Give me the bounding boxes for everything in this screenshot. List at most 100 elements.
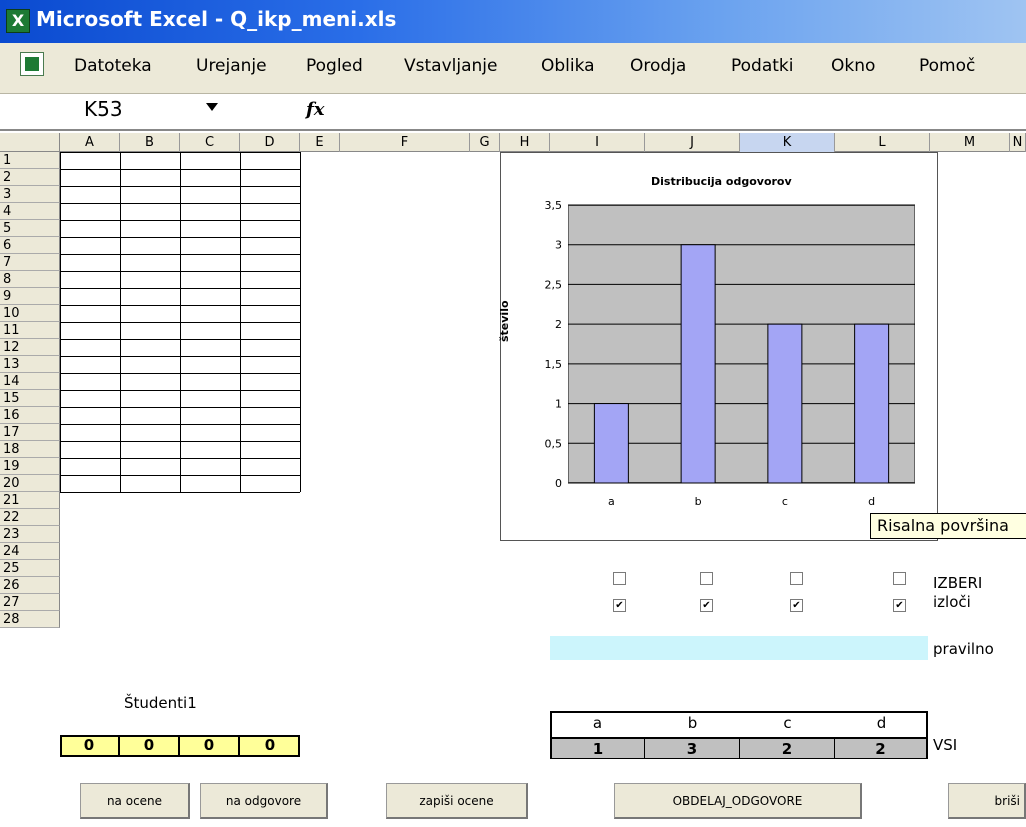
column-header-j[interactable]: J xyxy=(645,133,740,152)
formula-input[interactable] xyxy=(360,99,1020,125)
workbook-icon[interactable] xyxy=(20,52,44,76)
column-header-m[interactable]: M xyxy=(930,133,1010,152)
column-header-h[interactable]: H xyxy=(500,133,550,152)
row-header[interactable]: 24 xyxy=(0,543,60,560)
row-header[interactable]: 1 xyxy=(0,152,60,169)
menu-pomoc[interactable]: Pomoč xyxy=(919,56,975,76)
excel-app-icon[interactable]: X xyxy=(6,9,30,33)
row-header[interactable]: 18 xyxy=(0,441,60,458)
total-cell-c[interactable]: 0 xyxy=(180,735,240,757)
answer-count-b[interactable]: 3 xyxy=(645,737,740,758)
row-header[interactable]: 6 xyxy=(0,237,60,254)
row-header[interactable]: 16 xyxy=(0,407,60,424)
menu-podatki[interactable]: Podatki xyxy=(731,56,794,76)
izloci-checkbox[interactable]: ✔ xyxy=(893,599,906,612)
column-header-a[interactable]: A xyxy=(60,133,120,152)
name-box-dropdown-icon[interactable] xyxy=(206,103,218,111)
row-header[interactable]: 10 xyxy=(0,305,60,322)
row-header[interactable]: 22 xyxy=(0,509,60,526)
menu-datoteka[interactable]: Datoteka xyxy=(74,56,152,76)
zapisi-ocene-button[interactable]: zapiši ocene xyxy=(386,783,528,819)
row-header[interactable]: 23 xyxy=(0,526,60,543)
column-header-e[interactable]: E xyxy=(300,133,340,152)
na-odgovore-button[interactable]: na odgovore xyxy=(200,783,328,819)
answer-count-c[interactable]: 2 xyxy=(740,737,835,758)
row-header[interactable]: 21 xyxy=(0,492,60,509)
menu-vstavljanje[interactable]: Vstavljanje xyxy=(404,56,497,76)
row-header[interactable]: 4 xyxy=(0,203,60,220)
izberi-checkbox[interactable] xyxy=(700,572,713,585)
izloci-label: izloči xyxy=(933,593,971,611)
izloci-checkbox[interactable]: ✔ xyxy=(700,599,713,612)
row-header[interactable]: 17 xyxy=(0,424,60,441)
na-ocene-button[interactable]: na ocene xyxy=(80,783,190,819)
row-header[interactable]: 8 xyxy=(0,271,60,288)
chart-svg: 0 0,5 1 1,5 2 2,5 3 3,5 a b c d xyxy=(545,199,915,508)
izberi-label: IZBERI xyxy=(933,574,983,592)
chart-bar-c xyxy=(767,323,803,484)
chart-x-tick-label: a xyxy=(608,495,615,508)
row-header[interactable]: 14 xyxy=(0,373,60,390)
column-header-l[interactable]: L xyxy=(835,133,930,152)
izberi-checkbox[interactable] xyxy=(893,572,906,585)
function-icon[interactable]: fx xyxy=(306,99,324,120)
chart-bar-d xyxy=(854,323,890,484)
total-cell-b[interactable]: 0 xyxy=(120,735,180,757)
window-title: Microsoft Excel - Q_ikp_meni.xls xyxy=(36,7,397,31)
row-header[interactable]: 13 xyxy=(0,356,60,373)
column-header-c[interactable]: C xyxy=(180,133,240,152)
row-header[interactable]: 15 xyxy=(0,390,60,407)
chart-bar-a xyxy=(593,403,629,484)
answer-header-c: c xyxy=(783,714,792,732)
column-header-g[interactable]: G xyxy=(470,133,500,152)
izloci-checkbox[interactable]: ✔ xyxy=(613,599,626,612)
row-header[interactable]: 5 xyxy=(0,220,60,237)
izloci-checkbox[interactable]: ✔ xyxy=(790,599,803,612)
students-table-grid xyxy=(60,152,301,493)
menu-okno[interactable]: Okno xyxy=(831,56,875,76)
row-header[interactable]: 19 xyxy=(0,458,60,475)
menu-orodja[interactable]: Orodja xyxy=(630,56,686,76)
menu-pogled[interactable]: Pogled xyxy=(306,56,363,76)
pravilno-label: pravilno xyxy=(933,640,994,658)
column-header-f[interactable]: F xyxy=(340,133,470,152)
row-header[interactable]: 2 xyxy=(0,169,60,186)
answer-count-a[interactable]: 1 xyxy=(552,737,645,758)
name-box[interactable]: K53 xyxy=(84,97,123,121)
row-header[interactable]: 27 xyxy=(0,594,60,611)
chart-y-tick-label: 3 xyxy=(555,239,562,252)
answer-count-d[interactable]: 2 xyxy=(835,737,926,758)
row-header[interactable]: 3 xyxy=(0,186,60,203)
menu-urejanje[interactable]: Urejanje xyxy=(196,56,267,76)
row-header[interactable]: 11 xyxy=(0,322,60,339)
column-header-i[interactable]: I xyxy=(550,133,645,152)
chart-y-tick-label: 0 xyxy=(555,477,562,490)
row-header[interactable]: 28 xyxy=(0,611,60,628)
chart-y-axis-label: število xyxy=(498,300,511,342)
row-header[interactable]: 26 xyxy=(0,577,60,594)
izberi-checkbox[interactable] xyxy=(790,572,803,585)
chart-y-tick-label: 2,5 xyxy=(545,278,563,291)
total-cell-d[interactable]: 0 xyxy=(240,735,300,757)
column-header-k[interactable]: K xyxy=(740,133,835,152)
column-header-d[interactable]: D xyxy=(240,133,300,152)
total-cell-a[interactable]: 0 xyxy=(60,735,120,757)
column-header-b[interactable]: B xyxy=(120,133,180,152)
chart-y-tick-label: 3,5 xyxy=(545,199,563,212)
izberi-checkbox[interactable] xyxy=(613,572,626,585)
select-all-corner[interactable] xyxy=(0,133,60,152)
row-header[interactable]: 7 xyxy=(0,254,60,271)
row-header[interactable]: 25 xyxy=(0,560,60,577)
tooltip-plot-area: Risalna površina xyxy=(870,513,1026,539)
column-header-n[interactable]: N xyxy=(1010,133,1026,152)
menu-oblika[interactable]: Oblika xyxy=(541,56,595,76)
row-header[interactable]: 9 xyxy=(0,288,60,305)
brisi-button[interactable]: briši xyxy=(948,783,1026,819)
students-label: Študenti1 xyxy=(124,694,197,712)
row-header[interactable]: 20 xyxy=(0,475,60,492)
pravilno-field[interactable] xyxy=(550,636,928,660)
obdelaj-odgovore-button[interactable]: OBDELAJ_ODGOVORE xyxy=(614,783,862,819)
answer-header-a: a xyxy=(592,714,603,732)
chart-y-tick-label: 2 xyxy=(555,318,562,331)
row-header[interactable]: 12 xyxy=(0,339,60,356)
